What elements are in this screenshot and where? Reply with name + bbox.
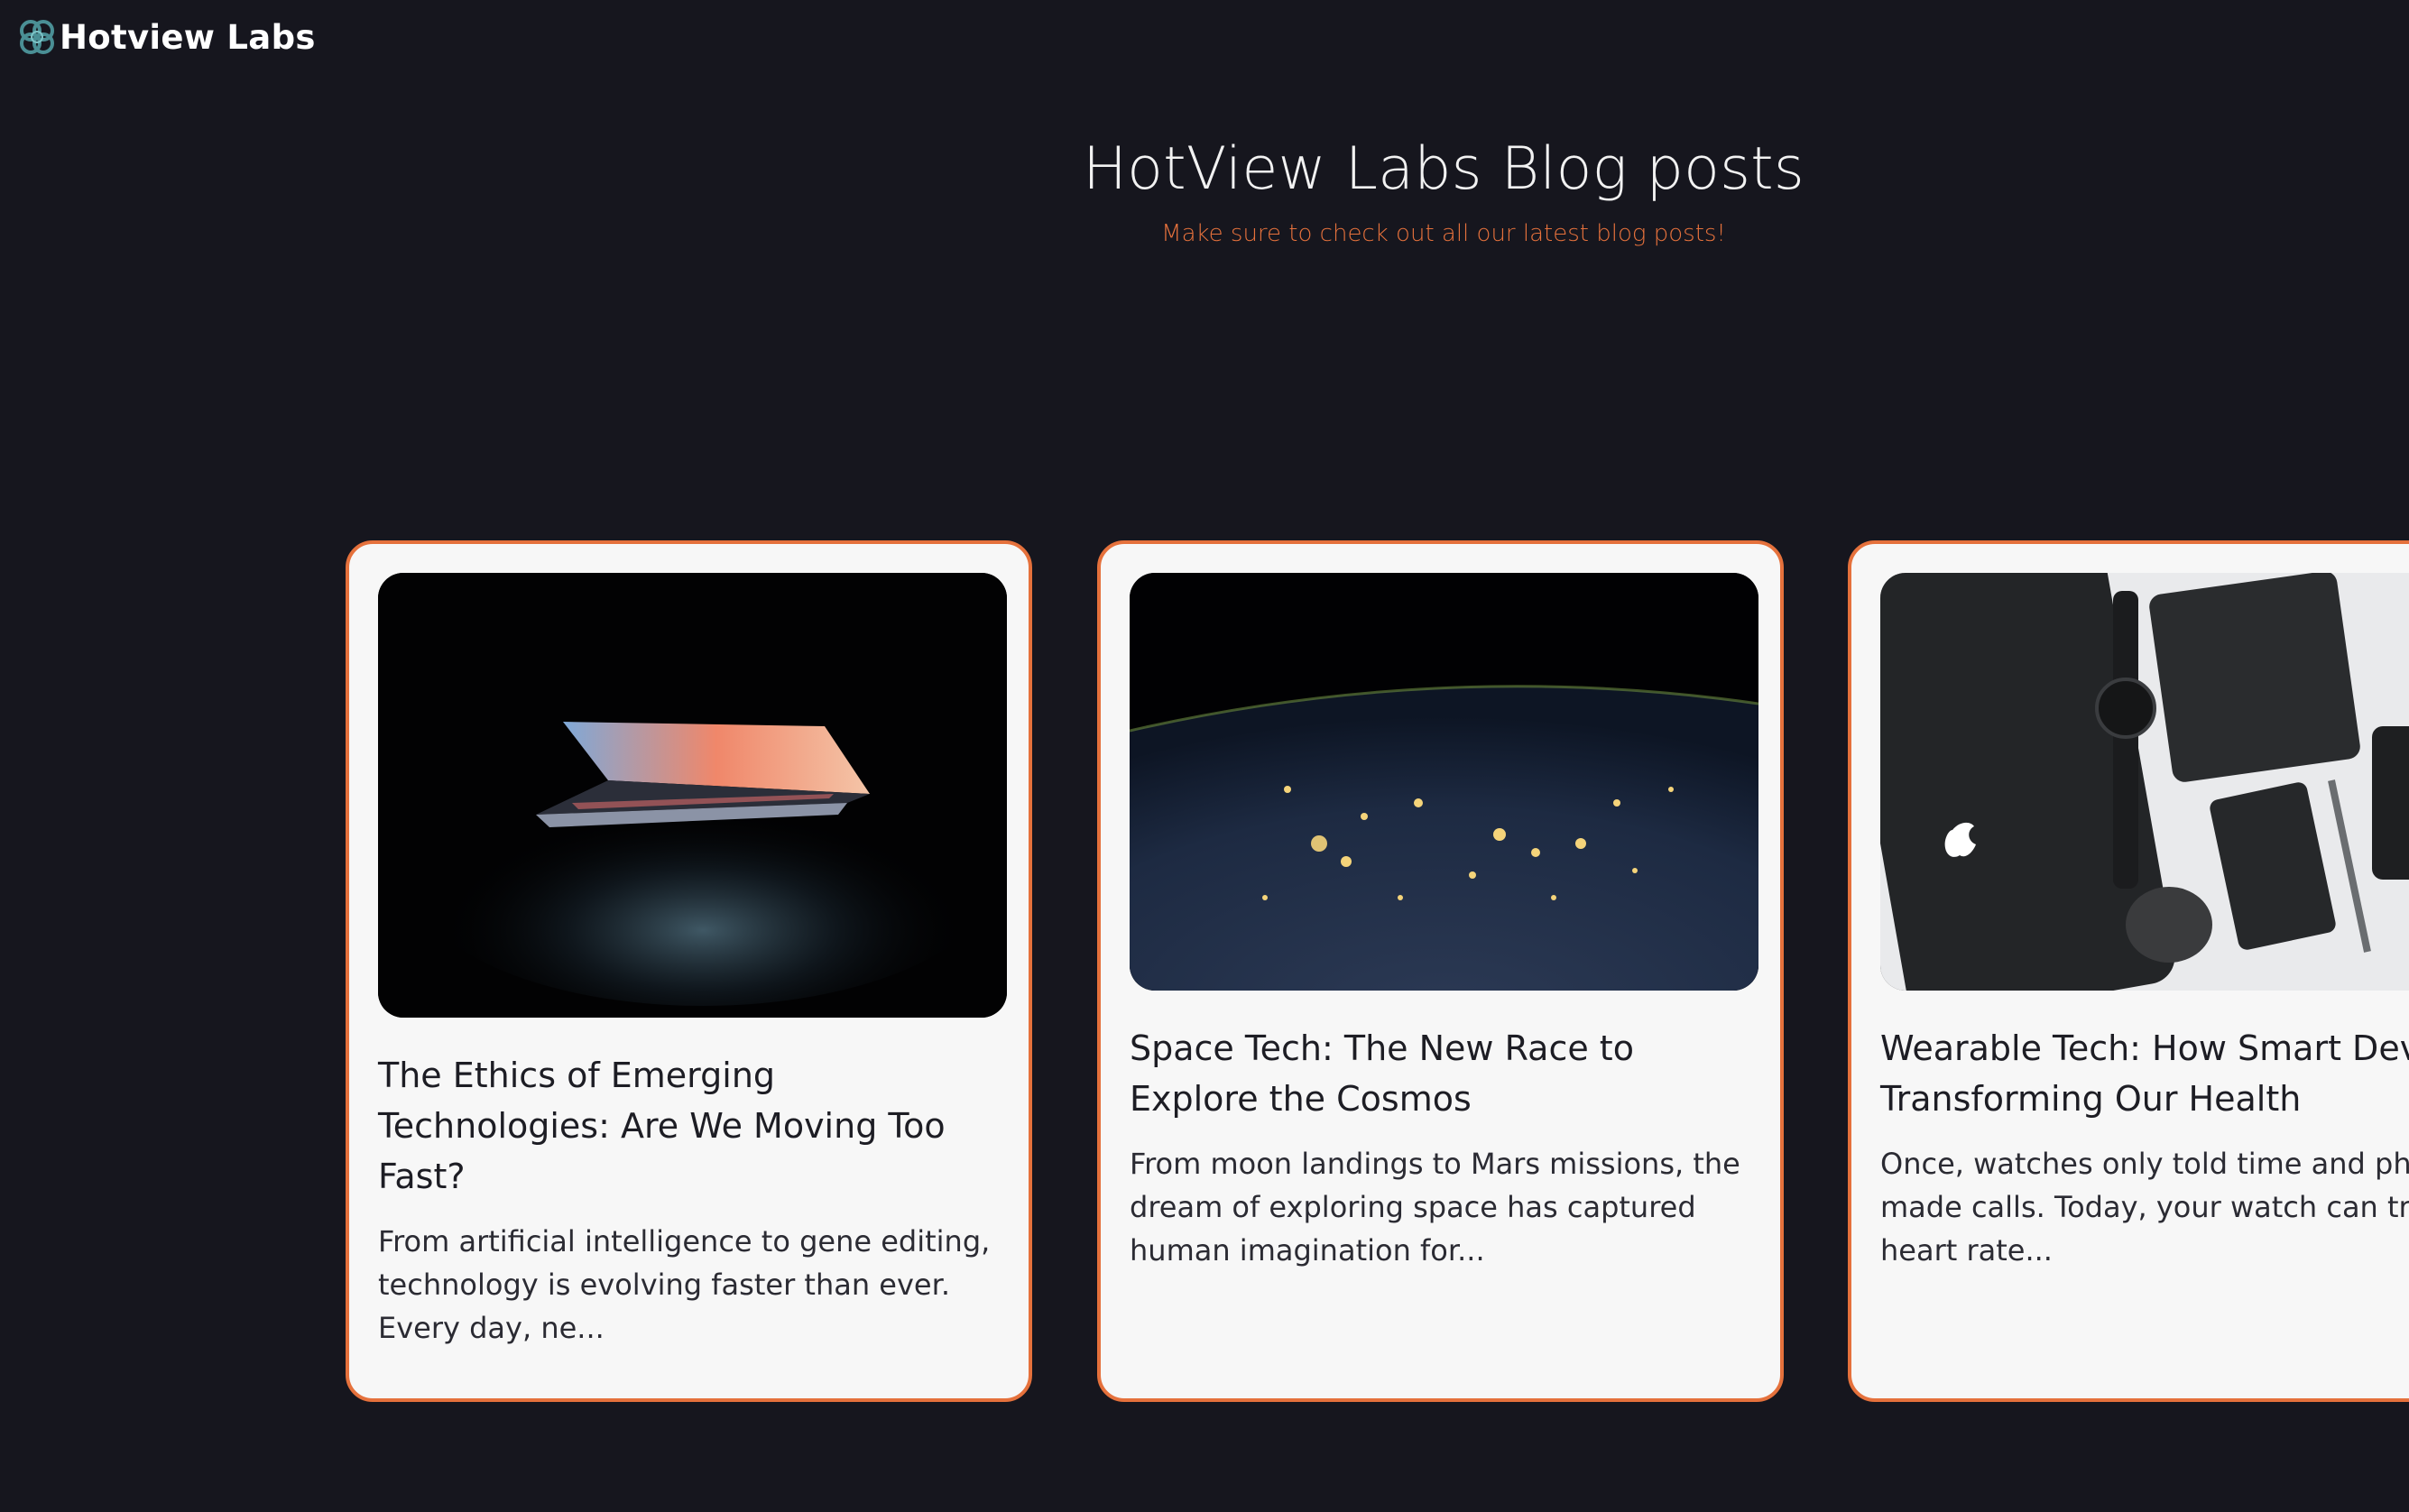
page-title: HotView Labs Blog posts (1083, 135, 1804, 203)
post-excerpt: From artificial intelligence to gene edi… (378, 1224, 991, 1345)
earth-at-night-image (1130, 573, 1758, 991)
laptop-in-dark-image (378, 573, 1007, 1018)
post-title[interactable]: Wearable Tech: How Smart Devices Are Tra… (1880, 1023, 2409, 1124)
post-title[interactable]: Space Tech: The New Race to Explore the … (1130, 1023, 1751, 1124)
brand-name: Hotview Labs (60, 17, 316, 57)
knot-logo-icon (20, 20, 54, 54)
post-excerpt: Once, watches only told time and phones … (1880, 1147, 2409, 1268)
blog-page: Hotview Labs HotView Labs Blog posts Mak… (0, 0, 2409, 1512)
post-excerpt: From moon landings to Mars missions, the… (1130, 1147, 1740, 1268)
gadgets-flatlay-image (1880, 573, 2409, 991)
blog-post-card[interactable]: The Ethics of Emerging Technologies: Are… (346, 540, 1032, 1402)
site-logo[interactable]: Hotview Labs (16, 14, 316, 60)
blog-post-card[interactable]: Space Tech: The New Race to Explore the … (1097, 540, 1784, 1402)
page-subtitle: Make sure to check out all our latest bl… (1161, 220, 1726, 247)
blog-post-card[interactable]: Wearable Tech: How Smart Devices Are Tra… (1848, 540, 2409, 1402)
post-title[interactable]: The Ethics of Emerging Technologies: Are… (378, 1050, 1000, 1202)
